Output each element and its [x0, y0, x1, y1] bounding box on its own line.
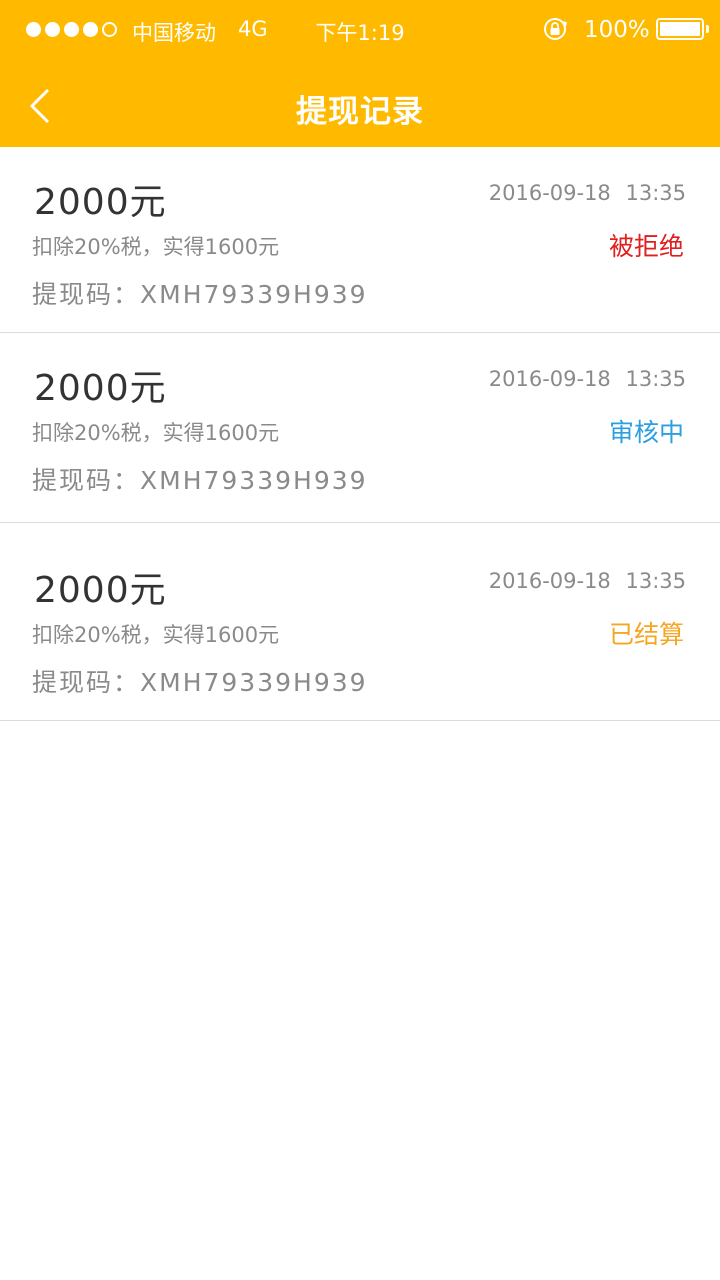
record-tax-note: 扣除20%税，实得1600元: [32, 421, 280, 445]
record-amount: 2000元: [34, 570, 167, 611]
battery-nub: [706, 25, 709, 33]
record-amount: 2000元: [34, 182, 167, 223]
record-datetime: 2016-09-18 13:35: [488, 569, 686, 593]
withdrawal-record[interactable]: 2000元 2016-09-18 13:35 扣除20%税，实得1600元 审核…: [0, 333, 720, 523]
record-status: 已结算: [608, 620, 684, 649]
page-title: 提现记录: [296, 94, 424, 130]
record-datetime: 2016-09-18 13:35: [488, 181, 686, 205]
record-code: 提现码：XMH79339H939: [32, 280, 368, 309]
record-code: 提现码：XMH79339H939: [32, 668, 368, 697]
record-tax-note: 扣除20%税，实得1600元: [32, 623, 280, 647]
withdrawal-record-list: 2000元 2016-09-18 13:35 扣除20%税，实得1600元 被拒…: [0, 147, 720, 721]
rotation-lock-icon: [542, 16, 568, 47]
record-datetime: 2016-09-18 13:35: [488, 367, 686, 391]
nav-bar: 提现记录: [0, 60, 720, 147]
app-header: 中国移动 4G 下午1:19 100% 提现记录: [0, 0, 720, 147]
battery-percent: 100%: [584, 17, 650, 43]
record-status: 被拒绝: [608, 232, 684, 261]
battery-icon: [656, 18, 704, 40]
withdrawal-record[interactable]: 2000元 2016-09-18 13:35 扣除20%税，实得1600元 已结…: [0, 523, 720, 721]
record-status: 审核中: [608, 418, 684, 447]
record-code: 提现码：XMH79339H939: [32, 466, 368, 495]
record-tax-note: 扣除20%税，实得1600元: [32, 235, 280, 259]
record-amount: 2000元: [34, 368, 167, 409]
withdrawal-record[interactable]: 2000元 2016-09-18 13:35 扣除20%税，实得1600元 被拒…: [0, 147, 720, 333]
status-bar: 中国移动 4G 下午1:19 100%: [0, 0, 720, 60]
